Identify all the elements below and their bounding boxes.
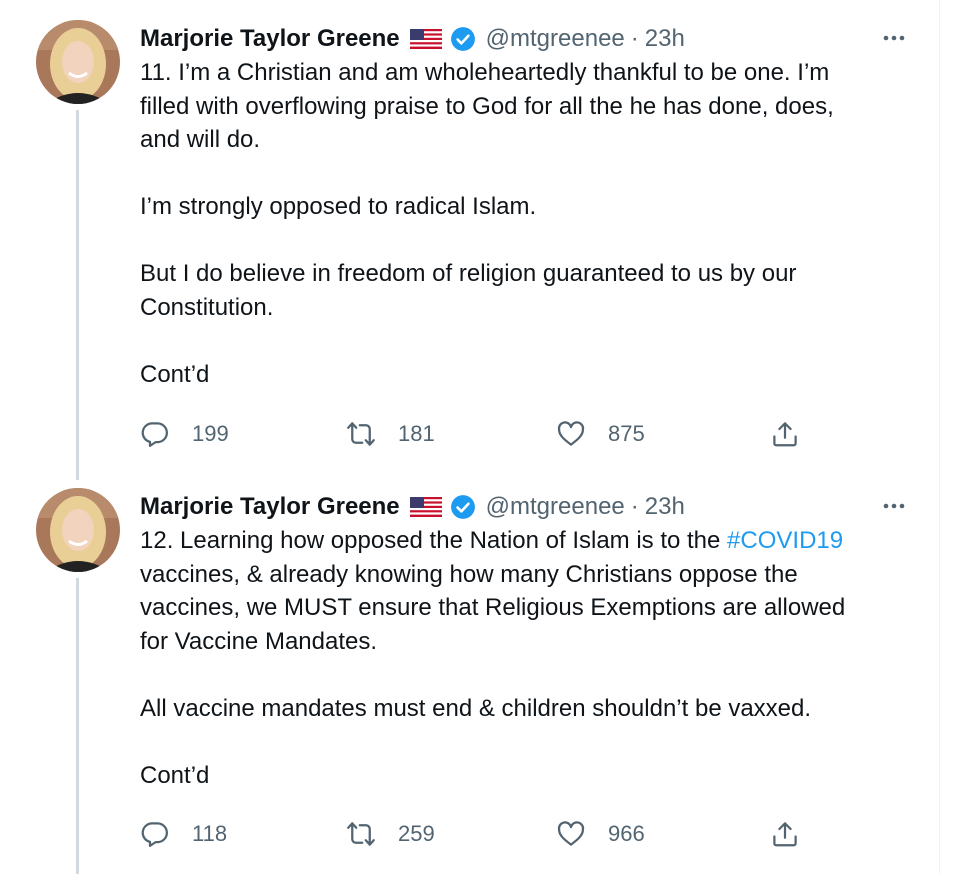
like-count: 875 — [608, 421, 645, 446]
heart-icon — [557, 421, 585, 446]
avatar[interactable] — [36, 488, 120, 572]
share-icon — [773, 822, 797, 847]
tweet-text: 11. I’m a Christian and am wholeheartedl… — [140, 56, 920, 391]
like-count: 966 — [608, 821, 645, 846]
tweet-line: vaccines, we MUST ensure that Religious … — [140, 594, 846, 621]
tweet-line: But I do believe in freedom of religion … — [140, 260, 797, 287]
tweet-timestamp[interactable]: 23h — [645, 25, 685, 53]
separator-dot: · — [630, 25, 639, 52]
retweet-button[interactable]: 181 — [346, 414, 435, 454]
reply-button[interactable]: 199 — [140, 414, 229, 454]
tweet-content: Marjorie Taylor Greene @mtgreenee · 23h — [140, 490, 920, 792]
tweet-text: 12. Learning how opposed the Nation of I… — [140, 524, 920, 792]
tweet-line: 11. I’m a Christian and am wholeheartedl… — [140, 59, 830, 86]
author-handle[interactable]: @mtgreenee — [486, 25, 625, 53]
tweet-timestamp[interactable]: 23h — [645, 493, 685, 521]
retweet-count: 259 — [398, 821, 435, 846]
author-name[interactable]: Marjorie Taylor Greene — [140, 25, 400, 53]
verified-badge-icon — [450, 27, 475, 51]
reply-button[interactable]: 118 — [140, 814, 227, 854]
tweet-line: 12. Learning how opposed the Nation of I… — [140, 524, 920, 558]
tweet[interactable]: Marjorie Taylor Greene @mtgreenee · 23h — [0, 470, 940, 874]
tweet-line: filled with overflowing praise to God fo… — [140, 92, 834, 120]
tweet-line: and will do. — [140, 126, 261, 153]
retweet-button[interactable]: 259 — [346, 814, 435, 854]
tweet-line: Cont’d — [140, 761, 210, 789]
tweet-line: I’m strongly opposed to radical Islam. — [140, 193, 537, 220]
thread-connector-line — [76, 578, 79, 874]
tweet-line: Constitution. — [140, 293, 274, 321]
tweet-line: All vaccine mandates must end & children… — [140, 694, 812, 722]
separator-dot: · — [630, 493, 639, 520]
share-button[interactable] — [770, 814, 800, 854]
share-button[interactable] — [770, 414, 800, 454]
retweet-icon — [347, 422, 375, 446]
share-icon — [773, 422, 797, 447]
retweet-icon — [347, 822, 375, 846]
reply-count: 118 — [192, 821, 228, 846]
profile-photo-icon — [36, 488, 120, 572]
us-flag-icon — [409, 29, 442, 49]
tweet[interactable]: Marjorie Taylor Greene @mtgreenee · 23h — [0, 0, 940, 480]
reply-count: 199 — [192, 421, 229, 446]
tweet-content: Marjorie Taylor Greene @mtgreenee · 23h — [140, 22, 920, 391]
avatar[interactable] — [36, 20, 120, 104]
us-flag-icon — [409, 497, 442, 517]
more-options-icon[interactable] — [878, 494, 910, 518]
tweet-header: Marjorie Taylor Greene @mtgreenee · 23h — [140, 22, 920, 56]
author-name[interactable]: Marjorie Taylor Greene — [140, 493, 400, 521]
heart-icon — [557, 821, 585, 846]
author-handle[interactable]: @mtgreenee — [486, 493, 625, 521]
thread-connector-line — [76, 110, 79, 480]
reply-icon — [141, 822, 168, 847]
like-button[interactable]: 875 — [556, 414, 645, 454]
like-button[interactable]: 966 — [556, 814, 645, 854]
tweet-line-text: 12. Learning how opposed the Nation of I… — [140, 527, 728, 554]
more-options-icon[interactable] — [878, 26, 910, 50]
profile-photo-icon — [36, 20, 120, 104]
retweet-count: 181 — [398, 421, 435, 446]
tweet-line: Cont’d — [140, 360, 210, 388]
verified-badge-icon — [450, 495, 475, 519]
tweet-thread: Marjorie Taylor Greene @mtgreenee · 23h — [0, 0, 940, 874]
reply-icon — [141, 422, 168, 447]
tweet-header: Marjorie Taylor Greene @mtgreenee · 23h — [140, 490, 920, 524]
tweet-actions: 118 259 966 — [140, 814, 820, 854]
tweet-line: vaccines, & already knowing how many Chr… — [140, 560, 798, 588]
tweet-line: for Vaccine Mandates. — [140, 627, 378, 655]
hashtag-link[interactable]: #COVID19 — [727, 527, 843, 554]
tweet-actions: 199 181 875 — [140, 414, 820, 454]
